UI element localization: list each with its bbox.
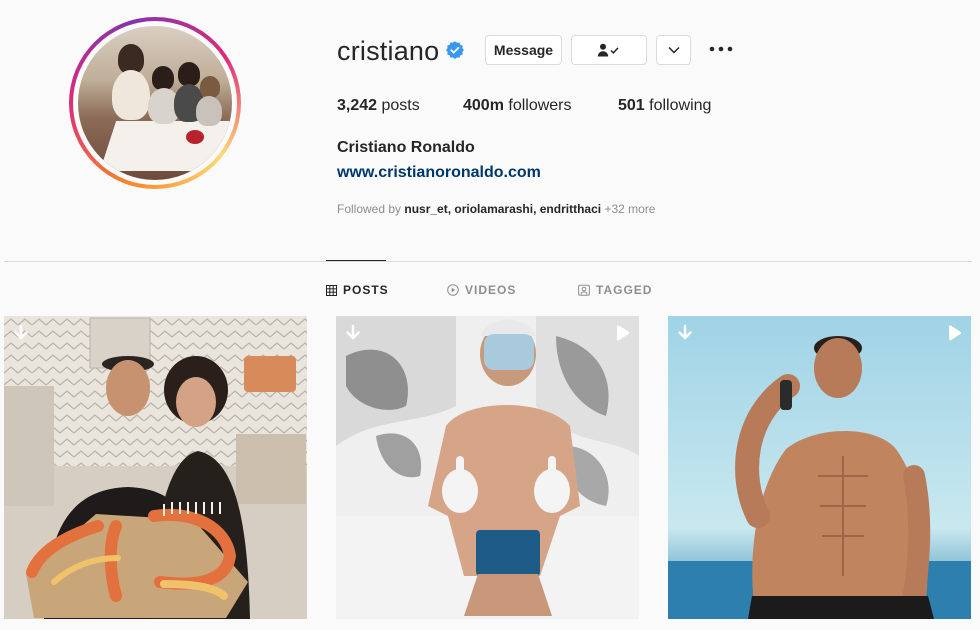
post-mask-thumbs-up[interactable] (336, 316, 639, 619)
message-button[interactable]: Message (485, 35, 562, 65)
tabs-divider (4, 261, 972, 262)
tab-videos[interactable]: VIDEOS (447, 283, 516, 297)
tab-posts[interactable]: POSTS (326, 283, 389, 297)
tagged-icon (578, 284, 590, 296)
play-circle-icon (447, 284, 459, 296)
followed-by-text[interactable]: Followed by nusr_et, oriolamarashi, endr… (337, 202, 655, 216)
profile-avatar[interactable] (78, 26, 232, 180)
followed-by-more[interactable]: +32 more (604, 202, 655, 216)
chevron-down-icon (667, 46, 680, 54)
video-play-icon (945, 324, 963, 342)
followed-by-names[interactable]: nusr_et, oriolamarashi, endritthaci (404, 202, 601, 216)
post-beach-shirtless[interactable] (668, 316, 971, 619)
grid-icon (326, 284, 337, 296)
profile-full-name: Cristiano Ronaldo (337, 139, 475, 156)
following-link[interactable]: 501 following (618, 97, 711, 115)
more-options-icon[interactable] (708, 39, 734, 59)
active-tab-indicator (326, 260, 386, 261)
profile-username: cristiano (337, 36, 440, 66)
post-birthday-cake[interactable] (4, 316, 307, 619)
download-arrow-icon[interactable] (344, 324, 362, 342)
download-arrow-icon[interactable] (12, 324, 30, 342)
posts-count: 3,242 posts (337, 97, 420, 114)
person-check-icon (597, 43, 619, 57)
verified-badge-icon (446, 41, 464, 59)
download-arrow-icon[interactable] (676, 324, 694, 342)
following-button[interactable] (571, 35, 647, 65)
story-ring[interactable] (69, 17, 241, 189)
video-play-icon (613, 324, 631, 342)
followers-link[interactable]: 400m followers (463, 97, 572, 115)
profile-website-link[interactable]: www.cristianoronaldo.com (337, 164, 541, 182)
tab-tagged[interactable]: TAGGED (578, 283, 652, 297)
suggested-dropdown-button[interactable] (656, 35, 691, 65)
